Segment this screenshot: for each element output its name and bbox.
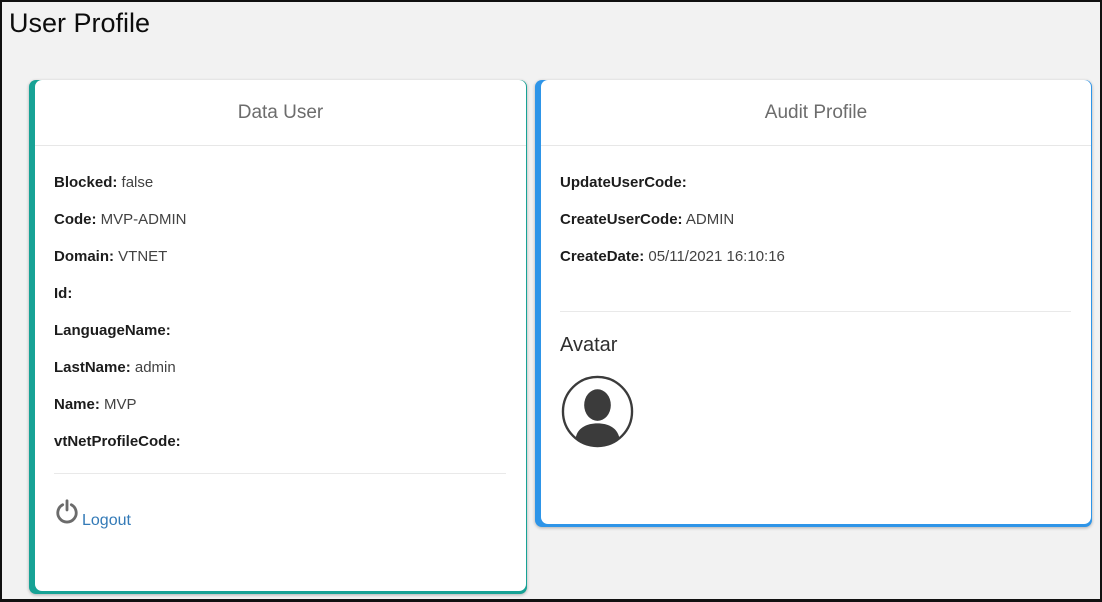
page-title: User Profile xyxy=(9,7,1100,39)
data-user-card-body: Blocked: false Code: MVP-ADMIN Domain: V… xyxy=(35,146,526,591)
field-label: LanguageName: xyxy=(54,322,171,339)
field-row-domain: Domain: VTNET xyxy=(54,246,506,267)
field-row-code: Code: MVP-ADMIN xyxy=(54,209,506,230)
field-label: LastName: xyxy=(54,359,131,376)
field-label: vtNetProfileCode: xyxy=(54,433,181,450)
field-row-vtnetprofilecode: vtNetProfileCode: xyxy=(54,431,506,452)
data-user-card: Data User Blocked: false Code: MVP-ADMIN… xyxy=(29,80,527,594)
field-label: Name: xyxy=(54,396,100,413)
field-value: false xyxy=(122,174,154,191)
field-value: MVP-ADMIN xyxy=(101,211,187,228)
divider xyxy=(560,311,1071,312)
power-icon xyxy=(54,498,80,524)
audit-profile-card-body: UpdateUserCode: CreateUserCode: ADMIN Cr… xyxy=(541,146,1091,524)
field-label: Blocked: xyxy=(54,174,117,191)
field-label: Domain: xyxy=(54,248,114,265)
field-label: CreateUserCode: xyxy=(560,211,683,228)
field-row-id: Id: xyxy=(54,283,506,304)
field-row-updateusercode: UpdateUserCode: xyxy=(560,172,1071,193)
avatar-heading: Avatar xyxy=(560,332,1071,359)
field-row-languagename: LanguageName: xyxy=(54,320,506,341)
field-label: UpdateUserCode: xyxy=(560,174,687,191)
field-value: VTNET xyxy=(118,248,167,265)
field-value: admin xyxy=(135,359,176,376)
field-label: CreateDate: xyxy=(560,248,644,265)
user-profile-page: User Profile Data User Blocked: false Co… xyxy=(0,0,1102,602)
field-value: ADMIN xyxy=(686,211,734,228)
cards-row: Data User Blocked: false Code: MVP-ADMIN… xyxy=(29,80,1092,594)
field-label: Id: xyxy=(54,285,72,302)
divider xyxy=(54,473,506,474)
field-value: MVP xyxy=(104,396,137,413)
field-value: 05/11/2021 16:10:16 xyxy=(648,248,785,265)
audit-profile-card-title: Audit Profile xyxy=(541,80,1091,146)
field-row-blocked: Blocked: false xyxy=(54,172,506,193)
field-label: Code: xyxy=(54,211,97,228)
audit-profile-card: Audit Profile UpdateUserCode: CreateUser… xyxy=(535,80,1092,527)
data-user-card-title: Data User xyxy=(35,80,526,146)
logout-label: Logout xyxy=(82,512,131,530)
field-row-name: Name: MVP xyxy=(54,394,506,415)
field-row-createusercode: CreateUserCode: ADMIN xyxy=(560,209,1071,230)
person-avatar-icon xyxy=(560,374,1071,449)
field-row-createdate: CreateDate: 05/11/2021 16:10:16 xyxy=(560,246,1071,267)
field-row-lastname: LastName: admin xyxy=(54,357,506,378)
logout-button[interactable]: Logout xyxy=(54,498,131,524)
